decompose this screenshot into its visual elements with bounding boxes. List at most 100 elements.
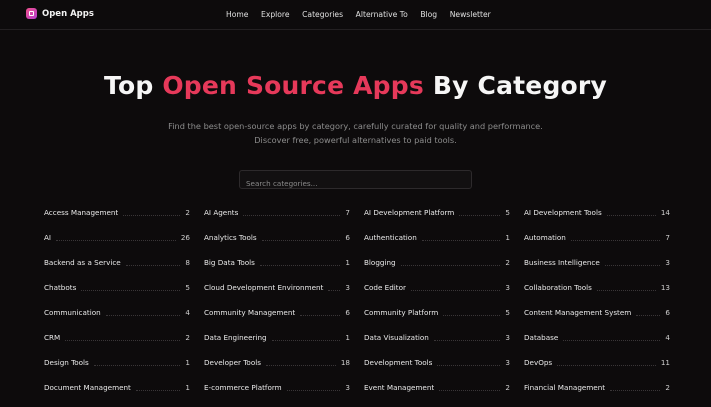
category-count: 6 bbox=[345, 308, 350, 317]
brand-link[interactable]: Open Apps bbox=[26, 8, 94, 19]
title-suffix: By Category bbox=[423, 71, 607, 100]
nav-newsletter[interactable]: Newsletter bbox=[450, 10, 491, 19]
category-name: Communication bbox=[44, 308, 101, 317]
category-count: 11 bbox=[660, 358, 670, 367]
category-count: 1 bbox=[185, 383, 190, 392]
search-box bbox=[239, 170, 472, 192]
dotted-leader bbox=[123, 208, 181, 216]
dotted-leader bbox=[610, 383, 661, 391]
category-item[interactable]: Communication 4 bbox=[44, 307, 190, 332]
dotted-leader bbox=[433, 333, 501, 341]
category-name: Code Editor bbox=[364, 283, 406, 292]
category-name: Community Platform bbox=[364, 308, 439, 317]
category-item[interactable]: Database 4 bbox=[524, 332, 670, 357]
category-count: 8 bbox=[185, 258, 190, 267]
category-item[interactable]: Development Tools 3 bbox=[364, 357, 510, 382]
category-item[interactable]: Data Visualization 3 bbox=[364, 332, 510, 357]
nav-categories[interactable]: Categories bbox=[302, 10, 343, 19]
nav-alternative-to[interactable]: Alternative To bbox=[356, 10, 408, 19]
dotted-leader bbox=[604, 258, 661, 266]
category-item[interactable]: CRM 2 bbox=[44, 332, 190, 357]
category-count: 6 bbox=[665, 308, 670, 317]
category-item[interactable]: Financial Management 2 bbox=[524, 382, 670, 407]
category-count: 4 bbox=[665, 333, 670, 342]
category-count: 4 bbox=[185, 308, 190, 317]
category-count: 7 bbox=[345, 208, 350, 217]
category-item[interactable]: Content Management System 6 bbox=[524, 307, 670, 332]
category-item[interactable]: Cloud Development Environment 3 bbox=[204, 282, 350, 307]
category-name: Design Tools bbox=[44, 358, 89, 367]
dotted-leader bbox=[563, 333, 661, 341]
category-count: 5 bbox=[505, 308, 510, 317]
search-input[interactable] bbox=[240, 175, 471, 192]
category-item[interactable]: Developer Tools 18 bbox=[204, 357, 350, 382]
category-item[interactable]: AI 26 bbox=[44, 232, 190, 257]
dotted-leader bbox=[439, 383, 501, 391]
category-name: Community Management bbox=[204, 308, 296, 317]
nav-home[interactable]: Home bbox=[226, 10, 248, 19]
app-logo-icon bbox=[26, 8, 37, 19]
category-item[interactable]: Big Data Tools 1 bbox=[204, 257, 350, 282]
category-item[interactable]: Data Engineering 1 bbox=[204, 332, 350, 357]
category-item[interactable]: Event Management 2 bbox=[364, 382, 510, 407]
category-name: Blogging bbox=[364, 258, 396, 267]
category-item[interactable]: Document Management 1 bbox=[44, 382, 190, 407]
category-count: 2 bbox=[505, 258, 510, 267]
category-name: Authentication bbox=[364, 233, 417, 242]
category-item[interactable]: Community Platform 5 bbox=[364, 307, 510, 332]
category-item[interactable]: Authentication 1 bbox=[364, 232, 510, 257]
category-item[interactable]: AI Agents 7 bbox=[204, 207, 350, 232]
category-name: DevOps bbox=[524, 358, 553, 367]
subtitle-line-1: Find the best open-source apps by catego… bbox=[168, 121, 543, 131]
dotted-leader bbox=[135, 383, 181, 391]
category-name: Developer Tools bbox=[204, 358, 261, 367]
category-count: 18 bbox=[340, 358, 350, 367]
category-count: 7 bbox=[665, 233, 670, 242]
category-count: 13 bbox=[660, 283, 670, 292]
category-item[interactable]: Blogging 2 bbox=[364, 257, 510, 282]
category-item[interactable]: Analytics Tools 6 bbox=[204, 232, 350, 257]
dotted-leader bbox=[606, 208, 656, 216]
category-item[interactable]: Design Tools 1 bbox=[44, 357, 190, 382]
dotted-leader bbox=[557, 358, 656, 366]
category-item[interactable]: Code Editor 3 bbox=[364, 282, 510, 307]
category-name: Data Visualization bbox=[364, 333, 429, 342]
category-name: Big Data Tools bbox=[204, 258, 255, 267]
category-item[interactable]: DevOps 11 bbox=[524, 357, 670, 382]
category-item[interactable]: E-commerce Platform 3 bbox=[204, 382, 350, 407]
category-grid: Access Management 2 AI Agents 7 AI Developme… bbox=[44, 207, 670, 407]
category-count: 26 bbox=[180, 233, 190, 242]
category-name: Development Tools bbox=[364, 358, 433, 367]
category-name: E-commerce Platform bbox=[204, 383, 282, 392]
category-count: 2 bbox=[505, 383, 510, 392]
category-item[interactable]: Collaboration Tools 13 bbox=[524, 282, 670, 307]
category-item[interactable]: Backend as a Service 8 bbox=[44, 257, 190, 282]
category-item[interactable]: AI Development Platform 5 bbox=[364, 207, 510, 232]
category-item[interactable]: Business Intelligence 3 bbox=[524, 257, 670, 282]
category-count: 3 bbox=[505, 283, 510, 292]
category-count: 2 bbox=[665, 383, 670, 392]
category-item[interactable]: Chatbots 5 bbox=[44, 282, 190, 307]
category-item[interactable]: Community Management 6 bbox=[204, 307, 350, 332]
dotted-leader bbox=[265, 358, 336, 366]
nav-blog[interactable]: Blog bbox=[420, 10, 437, 19]
dotted-leader bbox=[400, 258, 501, 266]
dotted-leader bbox=[105, 308, 181, 316]
dotted-leader bbox=[93, 358, 181, 366]
category-name: AI Development Platform bbox=[364, 208, 455, 217]
category-item[interactable]: Automation 7 bbox=[524, 232, 670, 257]
category-name: Document Management bbox=[44, 383, 131, 392]
category-count: 5 bbox=[505, 208, 510, 217]
category-name: AI Development Tools bbox=[524, 208, 602, 217]
category-count: 3 bbox=[505, 333, 510, 342]
nav-explore[interactable]: Explore bbox=[261, 10, 290, 19]
category-item[interactable]: Access Management 2 bbox=[44, 207, 190, 232]
main-nav: Home Explore Categories Alternative To B… bbox=[226, 10, 503, 19]
category-name: Data Engineering bbox=[204, 333, 267, 342]
category-name: Chatbots bbox=[44, 283, 77, 292]
category-item[interactable]: AI Development Tools 14 bbox=[524, 207, 670, 232]
category-count: 14 bbox=[660, 208, 670, 217]
category-count: 3 bbox=[345, 283, 350, 292]
dotted-leader bbox=[271, 333, 341, 341]
category-count: 1 bbox=[345, 258, 350, 267]
